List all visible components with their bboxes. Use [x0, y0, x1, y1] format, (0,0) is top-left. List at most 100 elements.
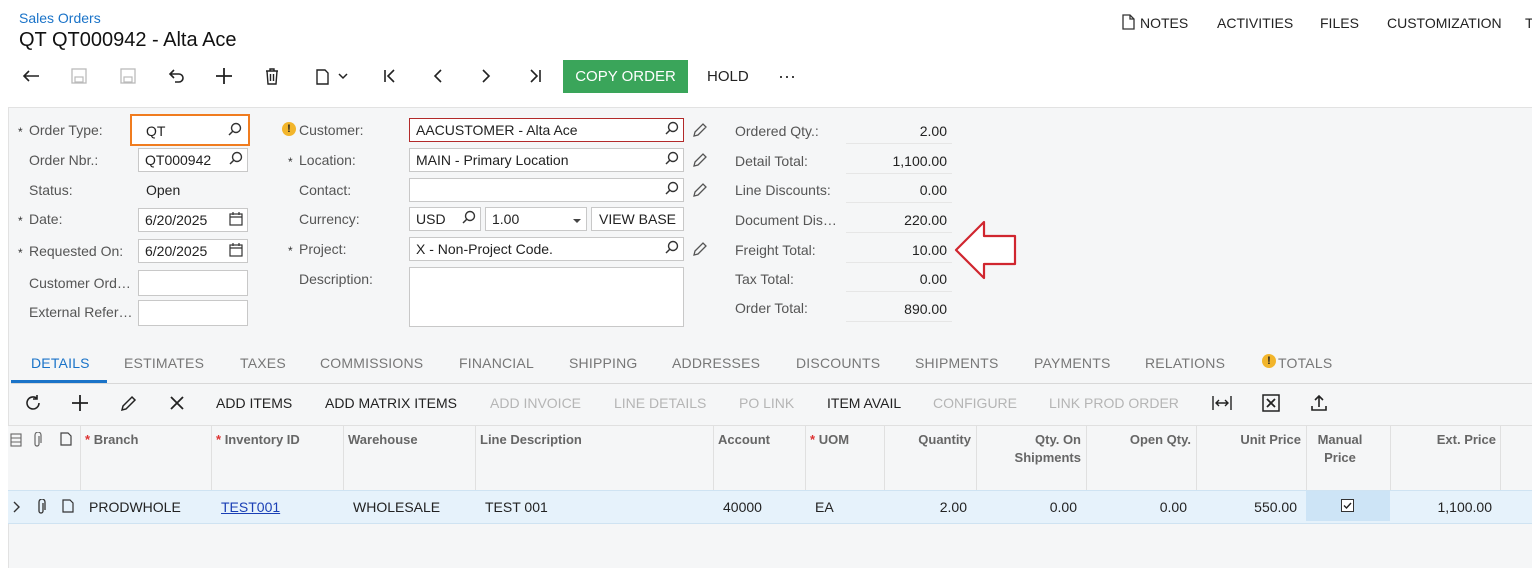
cell-unit-price[interactable]: 550.00: [1208, 499, 1297, 515]
tab-taxes[interactable]: TAXES: [240, 355, 286, 371]
add-icon[interactable]: [212, 64, 236, 88]
tab-details[interactable]: DETAILS: [31, 355, 90, 371]
search-icon[interactable]: [665, 240, 679, 257]
delete-row-icon[interactable]: [169, 395, 185, 414]
previous-record-icon[interactable]: [426, 64, 450, 88]
col-inventory-id[interactable]: * Inventory ID: [216, 432, 300, 447]
undo-icon[interactable]: [164, 64, 188, 88]
edit-project-icon[interactable]: [692, 241, 708, 260]
upload-icon[interactable]: [1310, 394, 1328, 415]
save-icon[interactable]: [116, 64, 140, 88]
configure-button[interactable]: CONFIGURE: [933, 395, 1017, 411]
col-uom[interactable]: * UOM: [810, 432, 849, 447]
row-expand-icon[interactable]: [12, 500, 20, 516]
add-items-button[interactable]: ADD ITEMS: [216, 395, 292, 411]
search-icon[interactable]: [665, 181, 679, 198]
view-base-button[interactable]: VIEW BASE: [591, 207, 684, 231]
chevron-down-icon[interactable]: [335, 64, 351, 88]
tab-totals[interactable]: TOTALS: [1278, 355, 1332, 371]
cell-inventory-id-link[interactable]: TEST001: [221, 499, 280, 515]
breadcrumb-sales-orders[interactable]: Sales Orders: [19, 10, 101, 26]
line-details-button[interactable]: LINE DETAILS: [614, 395, 706, 411]
col-line-description[interactable]: Line Description: [480, 432, 582, 447]
copy-paste-icon[interactable]: [310, 64, 334, 88]
customer-field[interactable]: AACUSTOMER - Alta Ace: [409, 118, 684, 142]
cell-account[interactable]: 40000: [723, 499, 762, 515]
refresh-icon[interactable]: [24, 394, 42, 415]
item-avail-button[interactable]: ITEM AVAIL: [827, 395, 901, 411]
copy-order-button[interactable]: COPY ORDER: [563, 60, 688, 93]
cell-warehouse[interactable]: WHOLESALE: [353, 499, 440, 515]
cell-ext-price[interactable]: 1,100.00: [1398, 499, 1493, 515]
contact-field[interactable]: [409, 178, 684, 202]
cell-quantity[interactable]: 2.00: [888, 499, 967, 515]
requested-on-field[interactable]: 6/20/2025: [138, 239, 248, 263]
search-icon[interactable]: [665, 121, 679, 138]
caret-down-icon[interactable]: [572, 212, 582, 228]
tab-payments[interactable]: PAYMENTS: [1034, 355, 1111, 371]
nav-notes[interactable]: NOTES: [1140, 15, 1188, 31]
cell-line-description[interactable]: TEST 001: [485, 499, 548, 515]
currency-rate-select[interactable]: 1.00: [485, 207, 587, 231]
cell-qty-on-shipments[interactable]: 0.00: [998, 499, 1077, 515]
col-unit-price[interactable]: Unit Price: [1208, 432, 1301, 447]
search-icon[interactable]: [228, 122, 242, 139]
attachment-icon[interactable]: [36, 498, 46, 518]
customer-order-field[interactable]: [138, 270, 248, 296]
nav-activities[interactable]: ACTIVITIES: [1217, 15, 1293, 31]
currency-field[interactable]: USD: [409, 207, 481, 231]
link-prod-order-button[interactable]: LINK PROD ORDER: [1049, 395, 1179, 411]
row-selector-icon[interactable]: [10, 433, 22, 450]
add-invoice-button[interactable]: ADD INVOICE: [490, 395, 581, 411]
col-branch[interactable]: * Branch: [85, 432, 138, 447]
date-field[interactable]: 6/20/2025: [138, 208, 248, 232]
nav-tools[interactable]: T: [1525, 15, 1532, 31]
tab-financial[interactable]: FINANCIAL: [459, 355, 534, 371]
back-icon[interactable]: [19, 64, 43, 88]
calendar-icon[interactable]: [229, 243, 243, 260]
add-row-icon[interactable]: [71, 394, 89, 415]
notes-icon[interactable]: [1121, 14, 1135, 33]
order-type-field[interactable]: QT: [130, 114, 250, 146]
edit-customer-icon[interactable]: [692, 122, 708, 141]
table-row[interactable]: PRODWHOLE TEST001 WHOLESALE TEST 001 400…: [8, 490, 1532, 524]
export-excel-icon[interactable]: [1262, 394, 1280, 415]
cell-branch[interactable]: PRODWHOLE: [89, 499, 181, 515]
col-quantity[interactable]: Quantity: [888, 432, 971, 447]
first-record-icon[interactable]: [378, 64, 402, 88]
fit-columns-icon[interactable]: [1212, 395, 1232, 414]
more-actions-icon[interactable]: ···: [778, 66, 796, 87]
add-matrix-items-button[interactable]: ADD MATRIX ITEMS: [325, 395, 457, 411]
description-field[interactable]: [409, 267, 684, 327]
manual-price-checkbox-checked-icon[interactable]: [1341, 499, 1354, 515]
location-field[interactable]: MAIN - Primary Location: [409, 148, 684, 172]
save-close-icon[interactable]: [67, 64, 91, 88]
search-icon[interactable]: [462, 210, 476, 227]
tab-discounts[interactable]: DISCOUNTS: [796, 355, 880, 371]
calendar-icon[interactable]: [229, 212, 243, 229]
po-link-button[interactable]: PO LINK: [739, 395, 794, 411]
delete-icon[interactable]: [260, 64, 284, 88]
cell-manual-price[interactable]: [1306, 491, 1390, 521]
cell-uom[interactable]: EA: [815, 499, 834, 515]
col-qty-on-shipments[interactable]: Qty. On Shipments: [998, 431, 1081, 467]
edit-row-icon[interactable]: [120, 394, 138, 415]
note-icon[interactable]: [62, 499, 74, 516]
order-nbr-field[interactable]: QT000942: [138, 148, 248, 172]
tab-shipping[interactable]: SHIPPING: [569, 355, 638, 371]
edit-contact-icon[interactable]: [692, 182, 708, 201]
next-record-icon[interactable]: [474, 64, 498, 88]
col-account[interactable]: Account: [718, 432, 770, 447]
col-open-qty[interactable]: Open Qty.: [1098, 432, 1191, 447]
tab-estimates[interactable]: ESTIMATES: [124, 355, 204, 371]
nav-customization[interactable]: CUSTOMIZATION: [1387, 15, 1502, 31]
col-manual-price[interactable]: Manual Price: [1310, 431, 1370, 467]
tab-shipments[interactable]: SHIPMENTS: [915, 355, 998, 371]
search-icon[interactable]: [665, 151, 679, 168]
nav-files[interactable]: FILES: [1320, 15, 1359, 31]
external-ref-field[interactable]: [138, 300, 248, 326]
col-ext-price[interactable]: Ext. Price: [1398, 432, 1496, 447]
project-field[interactable]: X - Non-Project Code.: [409, 237, 684, 261]
search-icon[interactable]: [229, 151, 243, 168]
tab-relations[interactable]: RELATIONS: [1145, 355, 1225, 371]
